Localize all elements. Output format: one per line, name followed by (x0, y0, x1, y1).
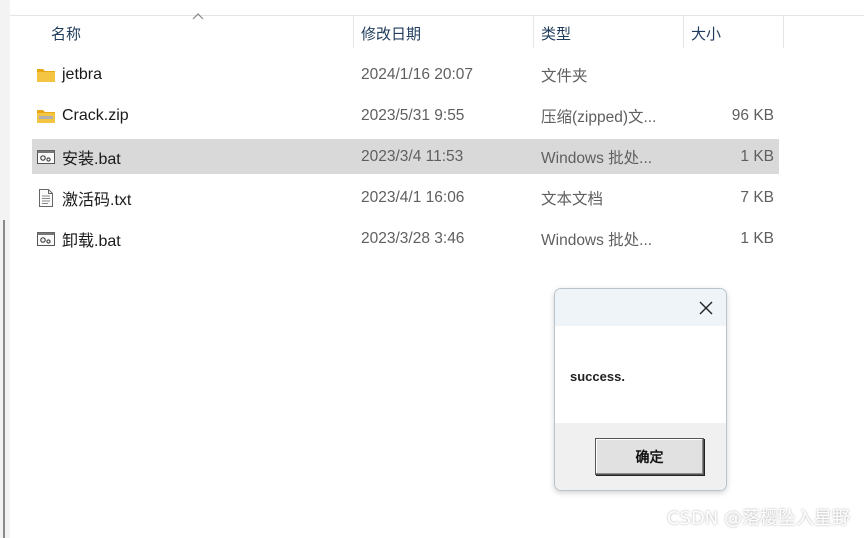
file-row-selected[interactable]: 安装.bat 2023/3/4 11:53 Windows 批处... 1 KB (32, 139, 779, 174)
file-date: 2024/1/16 20:07 (361, 65, 474, 83)
column-header-type[interactable]: 类型 (533, 16, 683, 50)
batch-file-icon (37, 149, 55, 164)
zip-folder-icon (37, 109, 55, 123)
file-size (686, 57, 774, 92)
file-name-cell: 安装.bat (36, 139, 352, 174)
column-header-type-label: 类型 (541, 25, 572, 43)
file-name-cell: jetbra (36, 57, 352, 92)
watermark: CSDN @落樱坠入星野 (666, 508, 850, 529)
file-name: Crack.zip (62, 106, 129, 124)
message-dialog: success. 确定 (554, 288, 727, 491)
ok-button[interactable]: 确定 (595, 438, 704, 475)
dialog-close-button[interactable] (696, 298, 716, 318)
file-type: 文本文档 (541, 190, 604, 208)
text-file-icon (39, 188, 53, 207)
column-header-name-label: 名称 (51, 25, 82, 43)
file-date: 2023/3/4 11:53 (361, 147, 464, 165)
column-header-size-label: 大小 (691, 25, 722, 43)
file-type: 文件夹 (541, 67, 588, 85)
window-left-edge (0, 0, 10, 538)
file-size: 1 KB (740, 229, 774, 247)
file-size: 1 KB (740, 147, 774, 165)
file-name: 安装.bat (62, 150, 121, 168)
close-icon (699, 301, 713, 315)
column-header-size[interactable]: 大小 (683, 16, 783, 50)
file-name: 激活码.txt (62, 191, 132, 209)
file-date: 2023/4/1 16:06 (361, 188, 465, 206)
column-header-name[interactable]: 名称 (43, 16, 353, 50)
batch-file-icon (37, 231, 55, 246)
file-name-cell: Crack.zip (36, 98, 352, 133)
file-row[interactable]: Crack.zip 2023/5/31 9:55 压缩(zipped)文... … (32, 98, 779, 133)
file-type: Windows 批处... (541, 149, 653, 167)
file-row[interactable]: 卸载.bat 2023/3/28 3:46 Windows 批处... 1 KB (32, 221, 779, 256)
dialog-message: success. (570, 369, 625, 384)
file-name-cell: 激活码.txt (36, 180, 352, 215)
file-name-cell: 卸载.bat (36, 221, 352, 256)
file-row[interactable]: jetbra 2024/1/16 20:07 文件夹 (32, 57, 779, 92)
file-explorer-window: 名称 修改日期 类型 大小 jetbra 2024/1/16 20:07 文件夹 (0, 0, 864, 538)
column-separator[interactable] (783, 16, 784, 48)
file-date: 2023/5/31 9:55 (361, 106, 465, 124)
file-name: jetbra (62, 65, 103, 83)
file-type: 压缩(zipped)文... (541, 108, 657, 126)
column-header-date-label: 修改日期 (361, 25, 422, 43)
file-date: 2023/3/28 3:46 (361, 229, 465, 247)
file-name: 卸载.bat (62, 232, 121, 250)
folder-icon (37, 68, 55, 82)
file-size: 96 KB (731, 106, 774, 124)
column-header-date[interactable]: 修改日期 (353, 16, 533, 50)
file-row[interactable]: 激活码.txt 2023/4/1 16:06 文本文档 7 KB (32, 180, 779, 215)
file-type: Windows 批处... (541, 231, 653, 249)
file-size: 7 KB (740, 188, 774, 206)
